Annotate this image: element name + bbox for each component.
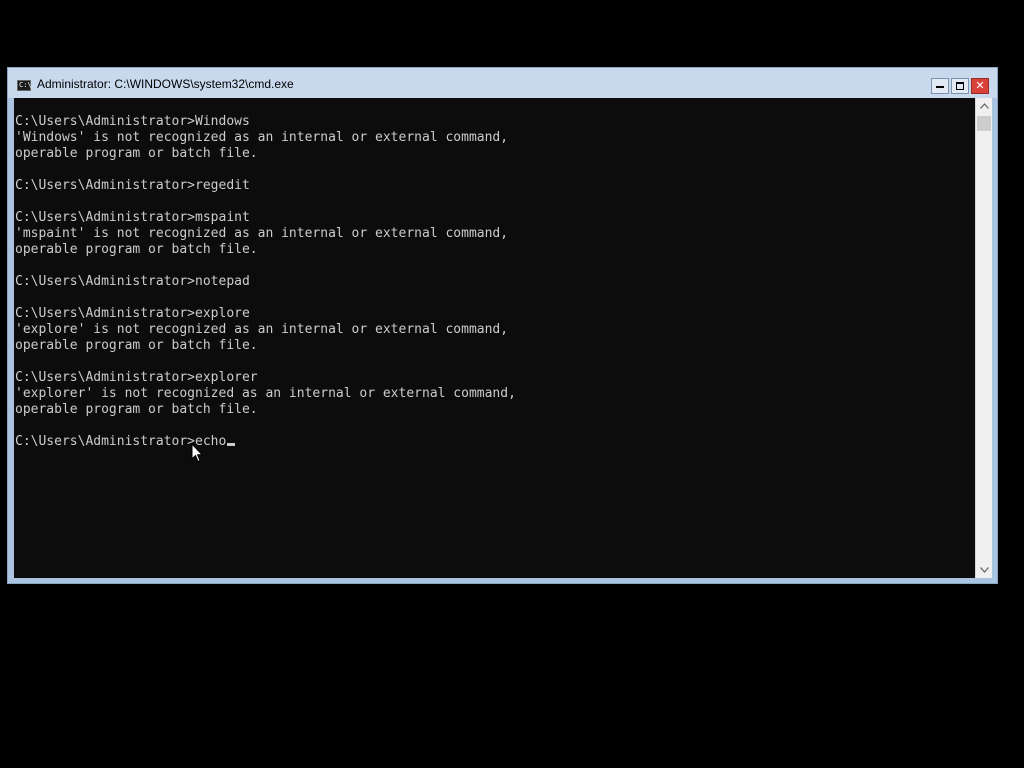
- console-line: C:\Users\Administrator>regedit: [15, 178, 250, 193]
- console-line: operable program or batch file.: [15, 402, 258, 417]
- console-line: C:\Users\Administrator>mspaint: [15, 210, 250, 225]
- console-line: 'explorer' is not recognized as an inter…: [15, 386, 516, 401]
- chevron-up-icon: [980, 103, 989, 109]
- console-line: 'Windows' is not recognized as an intern…: [15, 130, 509, 145]
- maximize-button[interactable]: [951, 78, 969, 94]
- console-line: 'mspaint' is not recognized as an intern…: [15, 226, 509, 241]
- console-line: operable program or batch file.: [15, 146, 258, 161]
- mouse-pointer-icon: [191, 443, 203, 463]
- cmd-icon-glyph: C:\: [19, 81, 32, 89]
- console-line: C:\Users\Administrator>explore: [15, 306, 250, 321]
- console-output[interactable]: C:\Users\Administrator>Windows 'Windows' …: [14, 98, 975, 578]
- console-line: C:\Users\Administrator>explorer: [15, 370, 258, 385]
- chevron-down-icon: [980, 567, 989, 573]
- scroll-up-button[interactable]: [976, 98, 992, 114]
- console-text: C:\Users\Administrator>Windows 'Windows' …: [15, 114, 516, 450]
- cmd-icon[interactable]: C:\: [17, 80, 32, 91]
- title-bar[interactable]: C:\ Administrator: C:\WINDOWS\system32\c…: [8, 68, 997, 98]
- close-button[interactable]: ✕: [971, 78, 989, 94]
- close-icon: ✕: [975, 79, 985, 92]
- scroll-down-button[interactable]: [976, 562, 992, 578]
- console-line: C:\Users\Administrator>notepad: [15, 274, 250, 289]
- text-cursor: [227, 443, 236, 446]
- console-line: operable program or batch file.: [15, 242, 258, 257]
- console-line: C:\Users\Administrator>echo: [15, 434, 516, 450]
- console-line: C:\Users\Administrator>Windows: [15, 114, 250, 129]
- cmd-window[interactable]: C:\ Administrator: C:\WINDOWS\system32\c…: [7, 67, 998, 584]
- scroll-thumb[interactable]: [977, 116, 991, 131]
- window-title: Administrator: C:\WINDOWS\system32\cmd.e…: [37, 77, 294, 91]
- vertical-scrollbar[interactable]: [975, 98, 992, 578]
- console-line: operable program or batch file.: [15, 338, 258, 353]
- console-line: 'explore' is not recognized as an intern…: [15, 322, 509, 337]
- minimize-button[interactable]: [931, 78, 949, 94]
